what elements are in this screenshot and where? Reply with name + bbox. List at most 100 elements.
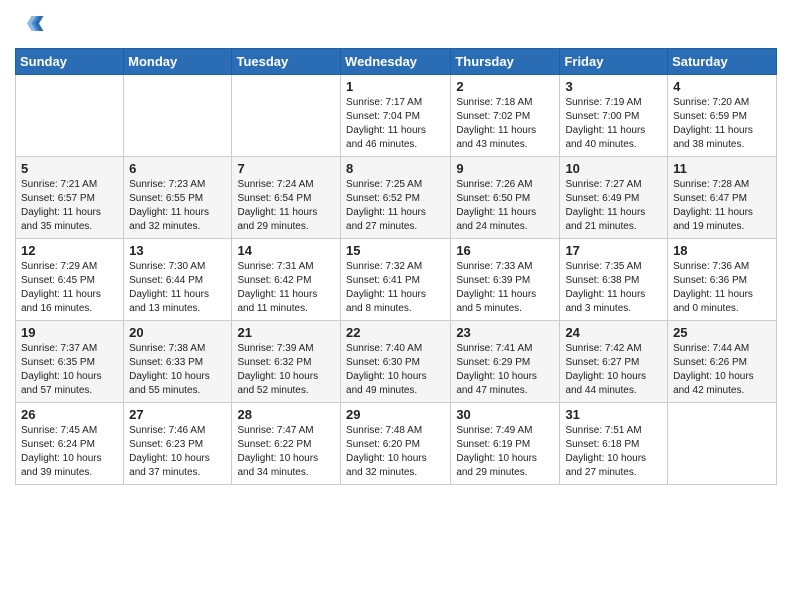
day-number: 6 [129,161,226,176]
day-info: Sunrise: 7:23 AM Sunset: 6:55 PM Dayligh… [129,178,226,234]
day-number: 13 [129,243,226,258]
day-number: 3 [565,79,662,94]
page: SundayMondayTuesdayWednesdayThursdayFrid… [0,0,792,612]
calendar-header-row: SundayMondayTuesdayWednesdayThursdayFrid… [16,49,777,75]
calendar-cell: 22 Sunrise: 7:40 AM Sunset: 6:30 PM Dayli… [341,321,451,403]
day-info: Sunrise: 7:21 AM Sunset: 6:57 PM Dayligh… [21,178,118,234]
day-number: 22 [346,325,445,340]
calendar-cell: 4 Sunrise: 7:20 AM Sunset: 6:59 PM Daylig… [668,75,777,157]
day-number: 20 [129,325,226,340]
calendar-cell: 9 Sunrise: 7:26 AM Sunset: 6:50 PM Daylig… [451,157,560,239]
calendar-cell: 28 Sunrise: 7:47 AM Sunset: 6:22 PM Dayli… [232,403,341,485]
day-number: 26 [21,407,118,422]
calendar-cell: 13 Sunrise: 7:30 AM Sunset: 6:44 PM Dayli… [124,239,232,321]
day-number: 30 [456,407,554,422]
day-header-friday: Friday [560,49,668,75]
calendar-cell: 20 Sunrise: 7:38 AM Sunset: 6:33 PM Dayli… [124,321,232,403]
day-number: 31 [565,407,662,422]
day-number: 12 [21,243,118,258]
calendar-cell [232,75,341,157]
day-info: Sunrise: 7:41 AM Sunset: 6:29 PM Dayligh… [456,342,554,398]
day-info: Sunrise: 7:24 AM Sunset: 6:54 PM Dayligh… [237,178,335,234]
calendar-cell: 21 Sunrise: 7:39 AM Sunset: 6:32 PM Dayli… [232,321,341,403]
calendar-cell: 16Sunrise: 7:33 AM Sunset: 6:39 PM Dayli… [451,239,560,321]
day-info: Sunrise: 7:30 AM Sunset: 6:44 PM Dayligh… [129,260,226,316]
day-header-monday: Monday [124,49,232,75]
day-info: Sunrise: 7:51 AM Sunset: 6:18 PM Dayligh… [565,424,662,480]
calendar-cell: 6 Sunrise: 7:23 AM Sunset: 6:55 PM Daylig… [124,157,232,239]
calendar-cell [16,75,124,157]
calendar-cell: 24 Sunrise: 7:42 AM Sunset: 6:27 PM Dayli… [560,321,668,403]
day-number: 7 [237,161,335,176]
day-info: Sunrise: 7:38 AM Sunset: 6:33 PM Dayligh… [129,342,226,398]
day-header-saturday: Saturday [668,49,777,75]
calendar-cell [668,403,777,485]
day-header-wednesday: Wednesday [341,49,451,75]
day-number: 25 [673,325,771,340]
day-info: Sunrise: 7:19 AM Sunset: 7:00 PM Dayligh… [565,96,662,152]
day-info: Sunrise: 7:48 AM Sunset: 6:20 PM Dayligh… [346,424,445,480]
day-number: 14 [237,243,335,258]
day-info: Sunrise: 7:33 AM Sunset: 6:39 PM Dayligh… [456,260,554,316]
day-info: Sunrise: 7:45 AM Sunset: 6:24 PM Dayligh… [21,424,118,480]
day-header-tuesday: Tuesday [232,49,341,75]
calendar-cell: 17 Sunrise: 7:35 AM Sunset: 6:38 PM Dayli… [560,239,668,321]
day-info: Sunrise: 7:46 AM Sunset: 6:23 PM Dayligh… [129,424,226,480]
day-info: Sunrise: 7:17 AM Sunset: 7:04 PM Dayligh… [346,96,445,152]
day-info: Sunrise: 7:25 AM Sunset: 6:52 PM Dayligh… [346,178,445,234]
calendar-cell [124,75,232,157]
day-number: 11 [673,161,771,176]
day-number: 18 [673,243,771,258]
day-info: Sunrise: 7:37 AM Sunset: 6:35 PM Dayligh… [21,342,118,398]
calendar-cell: 11 Sunrise: 7:28 AM Sunset: 6:47 PM Dayli… [668,157,777,239]
day-number: 28 [237,407,335,422]
calendar-cell: 8 Sunrise: 7:25 AM Sunset: 6:52 PM Daylig… [341,157,451,239]
header [15,10,777,40]
calendar-cell: 27Sunrise: 7:46 AM Sunset: 6:23 PM Dayli… [124,403,232,485]
calendar-cell: 25 Sunrise: 7:44 AM Sunset: 6:26 PM Dayli… [668,321,777,403]
calendar-cell: 12 Sunrise: 7:29 AM Sunset: 6:45 PM Dayli… [16,239,124,321]
day-number: 17 [565,243,662,258]
day-info: Sunrise: 7:49 AM Sunset: 6:19 PM Dayligh… [456,424,554,480]
calendar-cell: 15 Sunrise: 7:32 AM Sunset: 6:41 PM Dayli… [341,239,451,321]
day-number: 9 [456,161,554,176]
day-number: 24 [565,325,662,340]
calendar-cell: 19Sunrise: 7:37 AM Sunset: 6:35 PM Dayli… [16,321,124,403]
day-number: 15 [346,243,445,258]
day-info: Sunrise: 7:40 AM Sunset: 6:30 PM Dayligh… [346,342,445,398]
day-number: 2 [456,79,554,94]
day-info: Sunrise: 7:31 AM Sunset: 6:42 PM Dayligh… [237,260,335,316]
calendar-cell: 18Sunrise: 7:36 AM Sunset: 6:36 PM Dayli… [668,239,777,321]
calendar-week-row: 5 Sunrise: 7:21 AM Sunset: 6:57 PM Daylig… [16,157,777,239]
day-number: 4 [673,79,771,94]
day-header-thursday: Thursday [451,49,560,75]
day-info: Sunrise: 7:26 AM Sunset: 6:50 PM Dayligh… [456,178,554,234]
day-info: Sunrise: 7:20 AM Sunset: 6:59 PM Dayligh… [673,96,771,152]
day-number: 21 [237,325,335,340]
calendar-week-row: 12 Sunrise: 7:29 AM Sunset: 6:45 PM Dayli… [16,239,777,321]
calendar-week-row: 1 Sunrise: 7:17 AM Sunset: 7:04 PM Daylig… [16,75,777,157]
day-number: 1 [346,79,445,94]
calendar-cell: 3 Sunrise: 7:19 AM Sunset: 7:00 PM Daylig… [560,75,668,157]
day-info: Sunrise: 7:18 AM Sunset: 7:02 PM Dayligh… [456,96,554,152]
logo-icon [15,10,45,40]
calendar-cell: 31 Sunrise: 7:51 AM Sunset: 6:18 PM Dayli… [560,403,668,485]
calendar-cell: 30 Sunrise: 7:49 AM Sunset: 6:19 PM Dayli… [451,403,560,485]
day-info: Sunrise: 7:44 AM Sunset: 6:26 PM Dayligh… [673,342,771,398]
calendar-cell: 23 Sunrise: 7:41 AM Sunset: 6:29 PM Dayli… [451,321,560,403]
day-info: Sunrise: 7:42 AM Sunset: 6:27 PM Dayligh… [565,342,662,398]
day-number: 5 [21,161,118,176]
day-info: Sunrise: 7:28 AM Sunset: 6:47 PM Dayligh… [673,178,771,234]
day-number: 8 [346,161,445,176]
day-info: Sunrise: 7:29 AM Sunset: 6:45 PM Dayligh… [21,260,118,316]
calendar-cell: 14 Sunrise: 7:31 AM Sunset: 6:42 PM Dayli… [232,239,341,321]
day-number: 29 [346,407,445,422]
day-number: 10 [565,161,662,176]
day-info: Sunrise: 7:35 AM Sunset: 6:38 PM Dayligh… [565,260,662,316]
day-number: 23 [456,325,554,340]
day-info: Sunrise: 7:39 AM Sunset: 6:32 PM Dayligh… [237,342,335,398]
day-info: Sunrise: 7:47 AM Sunset: 6:22 PM Dayligh… [237,424,335,480]
calendar-week-row: 26 Sunrise: 7:45 AM Sunset: 6:24 PM Dayli… [16,403,777,485]
day-info: Sunrise: 7:32 AM Sunset: 6:41 PM Dayligh… [346,260,445,316]
calendar-cell: 26 Sunrise: 7:45 AM Sunset: 6:24 PM Dayli… [16,403,124,485]
